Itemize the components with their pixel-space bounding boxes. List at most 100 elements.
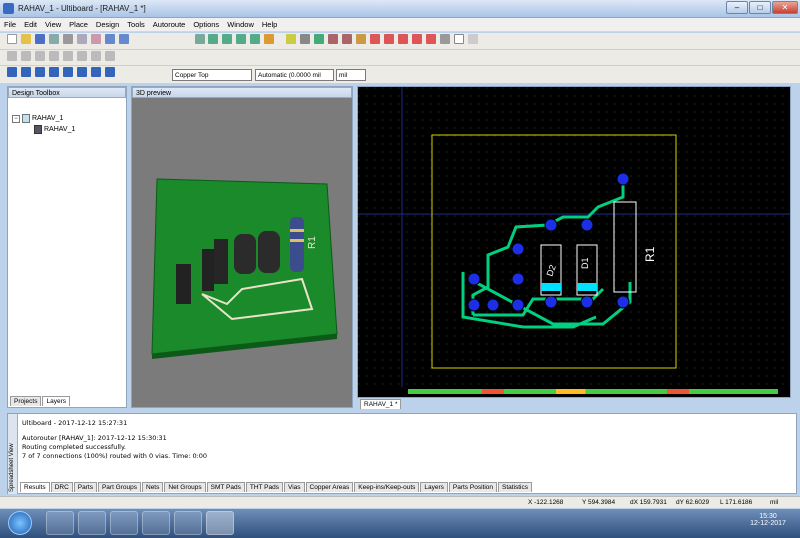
pad[interactable] (486, 298, 500, 312)
filter-icon[interactable] (76, 67, 87, 77)
rectangle-icon[interactable] (453, 34, 464, 44)
start-button[interactable] (8, 511, 32, 535)
drc-icon[interactable] (425, 34, 436, 44)
copper-icon[interactable] (355, 34, 366, 44)
tab-vias[interactable]: Vias (284, 482, 305, 492)
tree-root[interactable]: RAHAV_1 (32, 115, 63, 122)
pad[interactable] (467, 298, 481, 312)
pad[interactable] (544, 218, 558, 232)
tab-copper-areas[interactable]: Copper Areas (305, 482, 354, 492)
menu-item-file[interactable]: File (0, 18, 20, 31)
menu-item-place[interactable]: Place (65, 18, 92, 31)
grid-icon[interactable] (194, 34, 205, 44)
tab-net-groups[interactable]: Net Groups (164, 482, 206, 492)
tab-keep-ins[interactable]: Keep-ins/Keep-outs (354, 482, 420, 492)
print-icon[interactable] (48, 34, 59, 44)
unit-select[interactable]: mil (336, 69, 366, 81)
menu-item-view[interactable]: View (41, 18, 65, 31)
tab-nets[interactable]: Nets (142, 482, 164, 492)
tab-layers[interactable]: Layers (42, 396, 70, 406)
align-icon[interactable] (90, 51, 101, 61)
collapse-icon[interactable]: − (12, 115, 20, 123)
text-icon[interactable] (20, 51, 31, 61)
find-icon[interactable] (264, 34, 275, 44)
autoroute-icon[interactable] (369, 34, 380, 44)
pad[interactable] (511, 242, 525, 256)
distribute-icon[interactable] (104, 51, 115, 61)
open-icon[interactable] (20, 34, 31, 44)
menu-item-help[interactable]: Help (258, 18, 281, 31)
route-part-icon[interactable] (383, 34, 394, 44)
word-taskbar-icon[interactable] (206, 511, 234, 535)
tab-parts[interactable]: Parts (73, 482, 97, 492)
tab-projects[interactable]: Projects (10, 396, 42, 406)
tree-child[interactable]: RAHAV_1 (44, 126, 75, 133)
pad[interactable] (511, 298, 525, 312)
multisim-taskbar-icon[interactable] (110, 511, 138, 535)
copy-icon[interactable] (76, 34, 87, 44)
line-icon[interactable] (34, 51, 45, 61)
zoom-fit-icon[interactable] (250, 34, 261, 44)
tab-tht-pads[interactable]: THT Pads (245, 482, 283, 492)
menu-item-options[interactable]: Options (189, 18, 223, 31)
undo-icon[interactable] (104, 34, 115, 44)
tab-results[interactable]: Results (20, 482, 50, 492)
menu-item-tools[interactable]: Tools (123, 18, 149, 31)
new-icon[interactable] (7, 34, 17, 44)
pad[interactable] (616, 172, 630, 186)
pad[interactable] (580, 295, 594, 309)
filter-icon[interactable] (104, 67, 115, 77)
filter-icon[interactable] (62, 67, 73, 77)
filter-icon[interactable] (7, 67, 17, 77)
filter-icon[interactable] (34, 67, 45, 77)
pad[interactable] (544, 295, 558, 309)
tab-part-groups[interactable]: Part Groups (97, 482, 141, 492)
tab-rahav[interactable]: RAHAV_1 * (360, 399, 402, 409)
zoom-area-icon[interactable] (236, 34, 247, 44)
cut-icon[interactable] (62, 34, 73, 44)
zoom-in-icon[interactable] (208, 34, 219, 44)
tool-icon[interactable] (439, 34, 450, 44)
save-icon[interactable] (34, 34, 45, 44)
3d-board-view[interactable]: R1 (132, 99, 352, 407)
menu-item-window[interactable]: Window (223, 18, 258, 31)
pad[interactable] (580, 218, 594, 232)
paste-icon[interactable] (90, 34, 101, 44)
route-net-icon[interactable] (397, 34, 408, 44)
minimize-button[interactable]: – (726, 1, 748, 14)
help-icon[interactable] (467, 34, 478, 44)
filter-icon[interactable] (90, 67, 101, 77)
component-icon[interactable] (300, 34, 311, 44)
select-icon[interactable] (286, 34, 297, 44)
menu-item-edit[interactable]: Edit (20, 18, 41, 31)
zoom-out-icon[interactable] (222, 34, 233, 44)
via-icon[interactable] (328, 34, 339, 44)
tab-parts-position[interactable]: Parts Position (448, 482, 497, 492)
layer-select[interactable]: Copper Top (172, 69, 252, 81)
flip-icon[interactable] (76, 51, 87, 61)
tab-smt-pads[interactable]: SMT Pads (206, 482, 245, 492)
rotate-icon[interactable] (62, 51, 73, 61)
menu-item-autoroute[interactable]: Autoroute (149, 18, 190, 31)
pcb-editor[interactable]: R1 D1 D2 (357, 86, 791, 398)
pcb-canvas[interactable]: R1 D1 D2 (358, 87, 790, 387)
pad-icon[interactable] (342, 34, 353, 44)
measure-icon[interactable] (7, 51, 17, 61)
filter-icon[interactable] (20, 67, 31, 77)
tab-statistics[interactable]: Statistics (498, 482, 533, 492)
tab-layers[interactable]: Layers (420, 482, 448, 492)
pad[interactable] (616, 295, 630, 309)
optimize-icon[interactable] (411, 34, 422, 44)
menu-item-design[interactable]: Design (92, 18, 123, 31)
explorer-taskbar-icon[interactable] (46, 511, 74, 535)
pad[interactable] (467, 272, 481, 286)
arc-icon[interactable] (48, 51, 59, 61)
tab-drc[interactable]: DRC (50, 482, 73, 492)
redo-icon[interactable] (118, 34, 129, 44)
ultiboard-taskbar-icon[interactable] (142, 511, 170, 535)
maximize-button[interactable]: □ (749, 1, 771, 14)
trace-icon[interactable] (314, 34, 325, 44)
filter-icon[interactable] (48, 67, 59, 77)
pad[interactable] (511, 272, 525, 286)
network-taskbar-icon[interactable] (174, 511, 202, 535)
